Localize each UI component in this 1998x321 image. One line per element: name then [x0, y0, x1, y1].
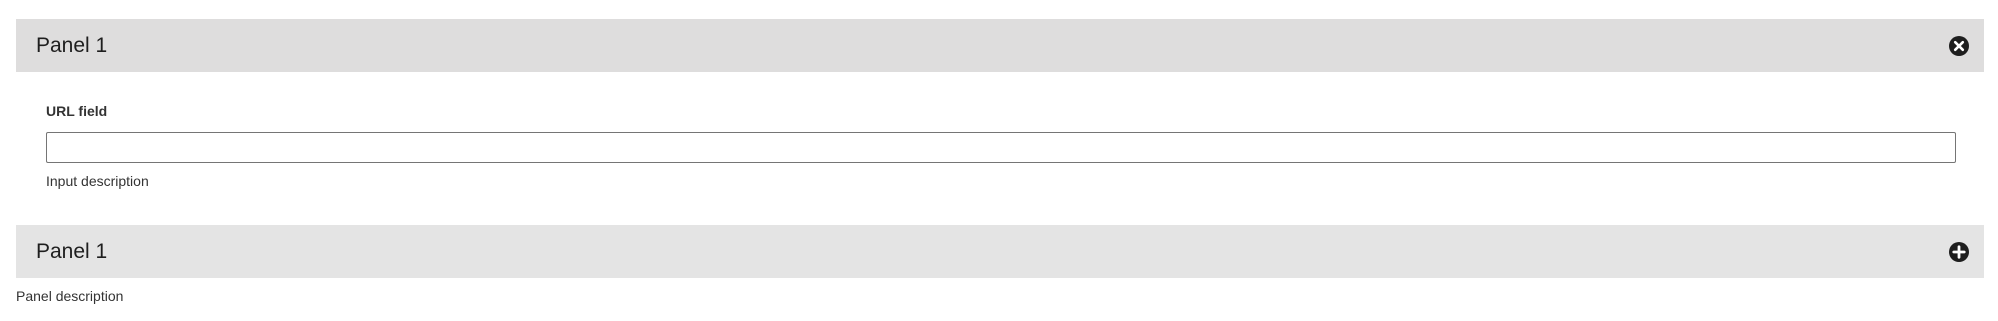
input-description: Input description	[46, 173, 149, 189]
url-field-label: URL field	[46, 103, 108, 119]
url-input[interactable]	[46, 132, 1956, 163]
panel-header-expanded[interactable]: Panel 1	[16, 19, 1984, 72]
plus-circle-icon[interactable]	[1946, 239, 1972, 265]
panel-header-collapsed[interactable]: Panel 1	[16, 225, 1984, 278]
panel-description: Panel description	[16, 288, 124, 304]
panel-title: Panel 1	[36, 239, 108, 263]
close-circle-icon[interactable]	[1946, 33, 1972, 59]
page: Panel 1 URL field Input description Pane…	[0, 0, 1998, 321]
panel-title: Panel 1	[36, 33, 108, 57]
